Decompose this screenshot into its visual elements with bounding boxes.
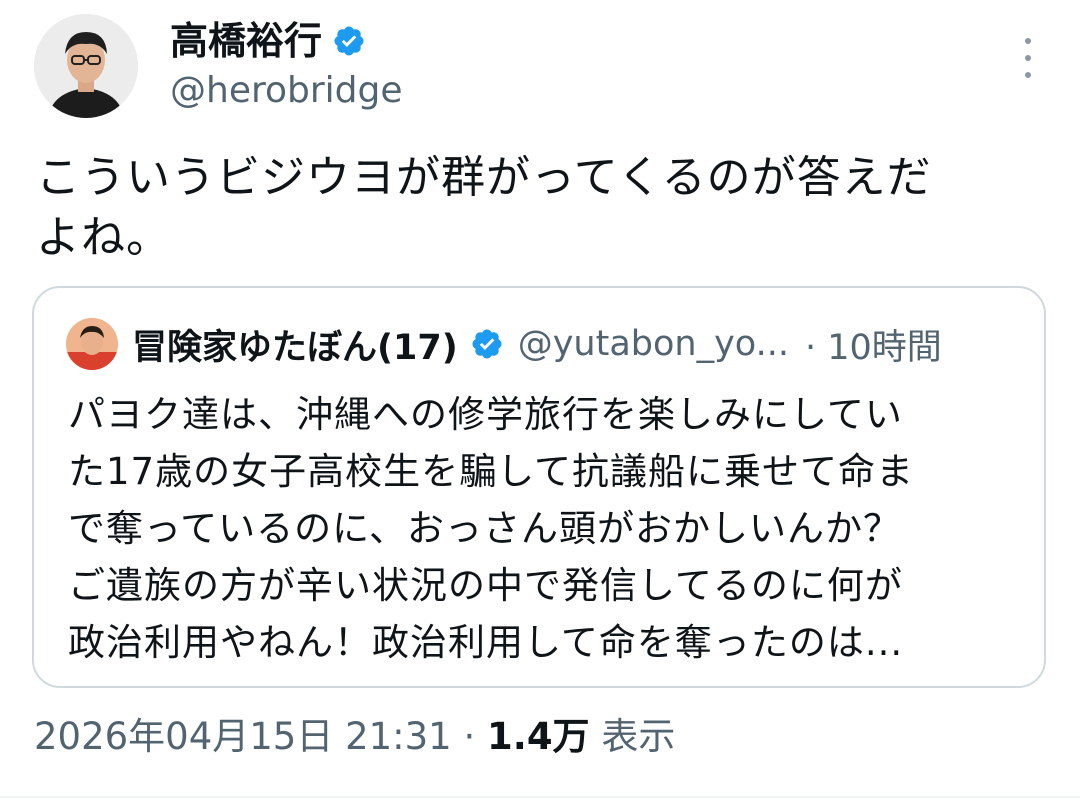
tweet-meta: 2026年04月15日 21:31 · 1.4万 表示: [34, 712, 675, 762]
tweet-text-line: よね。: [36, 212, 171, 263]
quoted-author-avatar[interactable]: [66, 318, 118, 370]
quoted-text-line: た17歳の女子高校生を騙して抗議船に乗せて命ま: [68, 450, 914, 493]
quoted-text-line: で奪っているのに、おっさん頭がおかしいんか？: [68, 507, 902, 550]
divider: [0, 796, 1080, 798]
more-dots-icon: [1025, 38, 1031, 44]
author-avatar[interactable]: [34, 14, 138, 118]
quoted-tweet-card[interactable]: 冒険家ゆたぼん(17) @yutabon_yo... · 10時間 パヨク達は、…: [32, 286, 1046, 688]
quoted-text-line: 政治利用やねん！政治利用して命を奪ったのは...: [68, 621, 904, 664]
view-label: 表示: [589, 715, 676, 758]
quoted-tweet-time[interactable]: · 10時間: [805, 319, 942, 370]
tweet-text-line: こういうビジウヨが群がってくるのが答えだ: [36, 152, 932, 203]
quoted-text-line: パヨク達は、沖縄への修学旅行を楽しみにしてい: [68, 393, 903, 436]
verified-badge-icon: [334, 26, 364, 56]
tweet-text: こういうビジウヨが群がってくるのが答えだ よね。: [36, 148, 1046, 268]
quoted-author-handle[interactable]: @yutabon_yo...: [518, 324, 789, 364]
verified-badge-icon: [472, 329, 502, 359]
quoted-author-name[interactable]: 冒険家ゆたぼん(17): [132, 319, 458, 370]
author-name[interactable]: 高橋裕行: [170, 16, 366, 66]
tweet-timestamp[interactable]: 2026年04月15日 21:31: [34, 715, 452, 758]
author-handle[interactable]: @herobridge: [170, 68, 403, 114]
view-count[interactable]: 1.4万: [487, 715, 590, 758]
meta-separator: ·: [451, 715, 488, 758]
more-options-button[interactable]: [1014, 38, 1042, 78]
quoted-text-line: ご遺族の方が辛い状況の中で発信してるのに何が: [68, 564, 903, 607]
quoted-tweet-text: パヨク達は、沖縄への修学旅行を楽しみにしてい た17歳の女子高校生を騙して抗議船…: [68, 386, 1028, 671]
author-name-text[interactable]: 高橋裕行: [170, 16, 322, 66]
quoted-tweet-header: 冒険家ゆたぼん(17) @yutabon_yo... · 10時間: [132, 318, 1016, 370]
